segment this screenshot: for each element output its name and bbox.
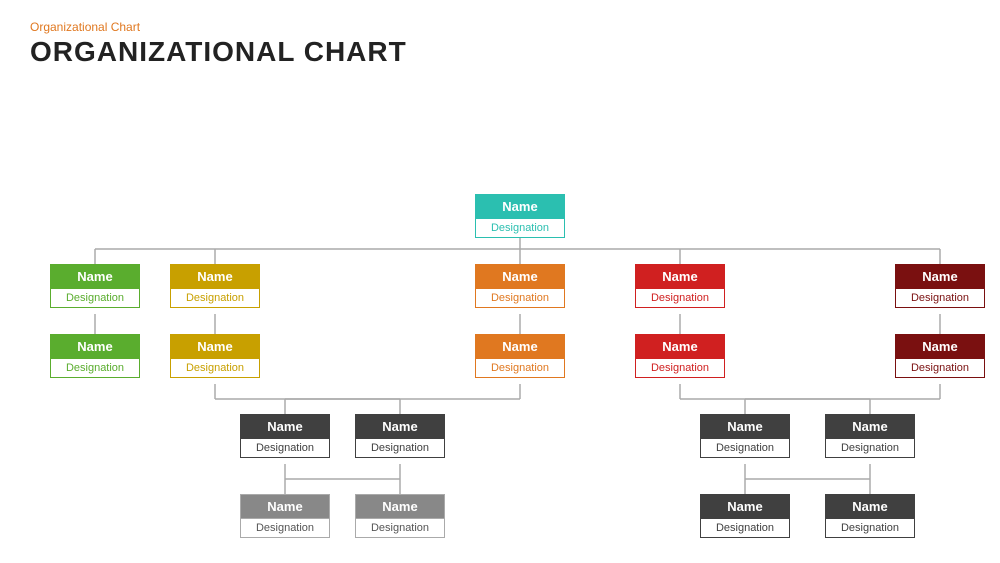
node-root-designation: Designation (476, 218, 564, 237)
node-l1-yellow1-name: Name (171, 265, 259, 288)
node-l3-lg4-name: Name (826, 495, 914, 518)
node-l1-yellow2: Name Designation (170, 334, 260, 378)
node-l2-dg4-designation: Designation (826, 438, 914, 457)
node-l3-lg4: Name Designation (825, 494, 915, 538)
node-l1-yellow2-name: Name (171, 335, 259, 358)
node-l2-dg1-name: Name (241, 415, 329, 438)
node-l3-lg3: Name Designation (700, 494, 790, 538)
node-l1-green2-designation: Designation (51, 358, 139, 377)
node-l1-red2-name: Name (636, 335, 724, 358)
node-l3-lg3-designation: Designation (701, 518, 789, 537)
node-l2-dg3: Name Designation (700, 414, 790, 458)
node-l3-lg1: Name Designation (240, 494, 330, 538)
node-l2-dg4-name: Name (826, 415, 914, 438)
node-l1-green1-name: Name (51, 265, 139, 288)
node-l1-green2: Name Designation (50, 334, 140, 378)
node-l1-darkred2-name: Name (896, 335, 984, 358)
node-l1-yellow1-designation: Designation (171, 288, 259, 307)
node-l2-dg1: Name Designation (240, 414, 330, 458)
node-l2-dg3-name: Name (701, 415, 789, 438)
subtitle: Organizational Chart (30, 20, 970, 34)
chart-area: Name Designation Name Designation Name D… (30, 86, 970, 516)
node-l2-dg4: Name Designation (825, 414, 915, 458)
node-l2-dg2-designation: Designation (356, 438, 444, 457)
node-l3-lg2-designation: Designation (356, 518, 444, 537)
node-l1-green1-designation: Designation (51, 288, 139, 307)
node-l1-yellow2-designation: Designation (171, 358, 259, 377)
node-l1-orange2-name: Name (476, 335, 564, 358)
node-l2-dg2: Name Designation (355, 414, 445, 458)
main-title: ORGANIZATIONAL CHART (30, 36, 970, 68)
page: Organizational Chart ORGANIZATIONAL CHAR… (0, 0, 1000, 563)
node-l3-lg3-name: Name (701, 495, 789, 518)
node-l1-orange1-name: Name (476, 265, 564, 288)
node-l1-orange2-designation: Designation (476, 358, 564, 377)
node-l3-lg1-name: Name (241, 495, 329, 518)
node-l1-darkred2-designation: Designation (896, 358, 984, 377)
node-l1-orange1-designation: Designation (476, 288, 564, 307)
node-root-name: Name (476, 195, 564, 218)
node-l1-darkred1-designation: Designation (896, 288, 984, 307)
node-l2-dg3-designation: Designation (701, 438, 789, 457)
node-root: Name Designation (475, 194, 565, 238)
node-l3-lg1-designation: Designation (241, 518, 329, 537)
node-l1-darkred1: Name Designation (895, 264, 985, 308)
node-l3-lg2: Name Designation (355, 494, 445, 538)
node-l1-green1: Name Designation (50, 264, 140, 308)
node-l1-darkred2: Name Designation (895, 334, 985, 378)
node-l1-yellow1: Name Designation (170, 264, 260, 308)
node-l1-red2-designation: Designation (636, 358, 724, 377)
node-l1-red1-designation: Designation (636, 288, 724, 307)
node-l1-orange2: Name Designation (475, 334, 565, 378)
node-l1-red1-name: Name (636, 265, 724, 288)
node-l3-lg4-designation: Designation (826, 518, 914, 537)
node-l1-red1: Name Designation (635, 264, 725, 308)
node-l1-green2-name: Name (51, 335, 139, 358)
node-l2-dg1-designation: Designation (241, 438, 329, 457)
node-l1-red2: Name Designation (635, 334, 725, 378)
node-l2-dg2-name: Name (356, 415, 444, 438)
node-l1-orange1: Name Designation (475, 264, 565, 308)
node-l3-lg2-name: Name (356, 495, 444, 518)
node-l1-darkred1-name: Name (896, 265, 984, 288)
